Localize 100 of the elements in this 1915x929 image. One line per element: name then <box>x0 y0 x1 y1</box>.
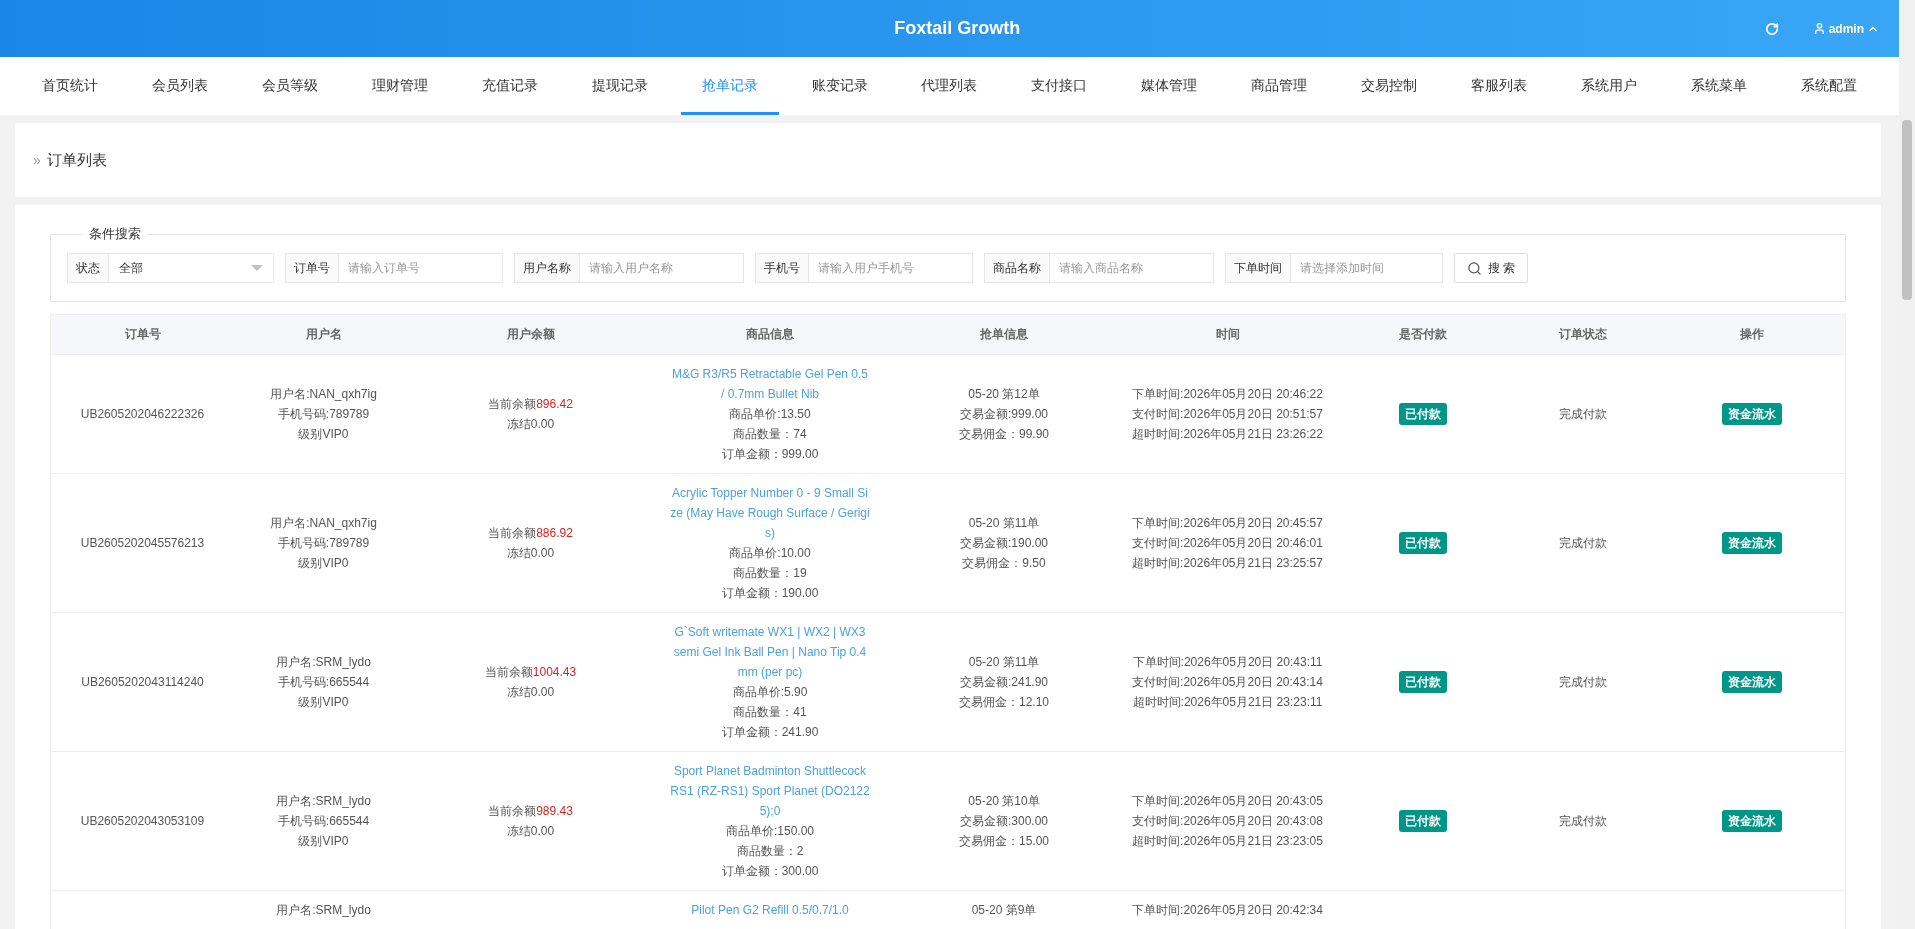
product-info: 商品数量：41 <box>733 704 807 721</box>
search-legend: 条件搜索 <box>83 225 147 243</box>
order-number: UB2605202043053109 <box>80 813 205 830</box>
user-info: 手机号码:665544 <box>277 813 370 830</box>
product-info: 订单金额：300.00 <box>721 863 819 880</box>
fund-flow-button[interactable]: 资金流水 <box>1722 810 1782 832</box>
time-info: 超时时间:2026年05月21日 23:25:57 <box>1132 555 1323 572</box>
grab-info: 交易金额:241.90 <box>959 674 1048 691</box>
search-button[interactable]: 搜 索 <box>1454 253 1529 283</box>
grab-info: 05-20 第12单 <box>968 386 1040 403</box>
time-info: 下单时间:2026年05月20日 20:43:05 <box>1132 793 1323 810</box>
nav-tab[interactable]: 理财管理 <box>350 57 449 115</box>
search-field[interactable]: 商品名称 请输入商品名称 <box>984 253 1214 283</box>
product-info: 商品单价:13.50 <box>729 406 811 423</box>
search-field[interactable]: 手机号 请输入用户手机号 <box>755 253 973 283</box>
product-info: 订单金额：241.90 <box>721 724 819 741</box>
fund-flow-button[interactable]: 资金流水 <box>1722 532 1782 554</box>
order-status: 完成付款 <box>1559 535 1607 552</box>
product-info: 商品数量：74 <box>733 426 807 443</box>
nav-tab[interactable]: 交易控制 <box>1340 57 1439 115</box>
column-header: 用户名 <box>304 326 343 343</box>
time-info: 下单时间:2026年05月20日 20:45:57 <box>1132 515 1323 532</box>
time-info: 下单时间:2026年05月20日 20:43:11 <box>1132 654 1323 671</box>
time-info: 支付时间:2026年05月20日 20:43:08 <box>1132 813 1323 830</box>
product-info: 商品单价:150.00 <box>725 823 814 840</box>
product-info: 商品数量：2 <box>736 843 804 860</box>
column-header: 用户余额 <box>505 326 556 343</box>
balance-text: 当前余额989.43 <box>488 803 573 820</box>
time-info: 支付时间:2026年05月20日 20:46:01 <box>1132 535 1323 552</box>
paid-badge: 已付款 <box>1399 532 1447 554</box>
search-field[interactable]: 下单时间 请选择添加时间 <box>1225 253 1443 283</box>
nav-tab[interactable]: 客服列表 <box>1450 57 1549 115</box>
search-field[interactable]: 订单号 请输入订单号 <box>285 253 503 283</box>
nav-tab[interactable]: 充值记录 <box>460 57 559 115</box>
user-info: 级别VIP0 <box>298 833 349 850</box>
paid-badge: 已付款 <box>1399 810 1447 832</box>
user-info: 级别VIP0 <box>298 426 349 443</box>
time-info: 下单时间:2026年05月20日 20:46:22 <box>1132 386 1323 403</box>
user-info: 级别VIP0 <box>298 694 349 711</box>
user-info: 用户名:NAN_qxh7ig <box>270 515 377 532</box>
product-title: Sport Planet Badminton Shuttlecock RS1 (RZ-RS1) Sport Planet (DO21225);0 <box>669 763 871 820</box>
user-info: 手机号码:665544 <box>277 674 370 691</box>
product-info: 商品单价:5.90 <box>732 684 808 701</box>
order-status: 完成付款 <box>1559 406 1607 423</box>
nav-tab[interactable]: 系统用户 <box>1560 57 1659 115</box>
column-header: 商品信息 <box>745 326 795 343</box>
grab-info: 交易金额:190.00 <box>959 535 1048 552</box>
grab-info: 05-20 第11单 <box>968 654 1040 671</box>
product-title: Acrylic Topper Number 0 - 9 Small Size (May Have Rough Surface / Gerigis) <box>669 485 871 542</box>
column-header: 操作 <box>1739 326 1765 343</box>
user-icon <box>1812 22 1826 35</box>
scrollbar-thumb[interactable] <box>1902 120 1912 300</box>
nav-tab[interactable]: 商品管理 <box>1230 57 1329 115</box>
grab-info: 交易佣金：99.90 <box>959 426 1049 443</box>
grab-info: 05-20 第11单 <box>968 515 1040 532</box>
balance-text: 当前余额896.42 <box>488 396 573 413</box>
paid-badge: 已付款 <box>1399 671 1447 693</box>
user-info: 级别VIP0 <box>298 555 349 572</box>
field-label: 手机号 <box>756 254 809 282</box>
grab-info: 交易佣金：9.50 <box>962 555 1046 572</box>
field-label: 下单时间 <box>1226 254 1291 282</box>
column-header: 订单号 <box>123 326 162 343</box>
column-header: 是否付款 <box>1398 326 1448 343</box>
product-info: 商品数量：19 <box>733 565 807 582</box>
frozen-text: 冻结0.00 <box>506 684 555 701</box>
balance-text: 当前余额1004.43 <box>484 664 577 681</box>
fund-flow-button[interactable]: 资金流水 <box>1722 671 1782 693</box>
nav-tab[interactable]: 账变记录 <box>790 57 889 115</box>
grab-info: 交易金额:999.00 <box>959 406 1048 423</box>
time-info: 支付时间:2026年05月20日 20:51:57 <box>1132 406 1323 423</box>
fund-flow-button[interactable]: 资金流水 <box>1722 403 1782 425</box>
nav-tab[interactable]: 媒体管理 <box>1120 57 1219 115</box>
user-info: 手机号码:789789 <box>277 535 370 552</box>
field-label: 用户名称 <box>515 254 580 282</box>
refresh-icon[interactable] <box>1764 21 1779 36</box>
time-info: 超时时间:2026年05月21日 23:23:05 <box>1132 833 1323 850</box>
search-field[interactable]: 用户名称 请输入用户名称 <box>514 253 744 283</box>
grab-info: 交易佣金：15.00 <box>959 833 1049 850</box>
order-number: UB2605202043114240 <box>81 674 204 691</box>
nav-tab[interactable]: 系统配置 <box>1780 57 1878 115</box>
nav-tab[interactable]: 支付接口 <box>1010 57 1109 115</box>
nav-tab[interactable]: 会员等级 <box>240 57 339 115</box>
grab-info: 交易金额:300.00 <box>959 813 1048 830</box>
nav-tab[interactable]: 首页统计 <box>21 57 119 115</box>
nav-tab[interactable]: 会员列表 <box>130 57 229 115</box>
page-title: 订单列表 <box>46 150 107 170</box>
order-status: 完成付款 <box>1559 813 1607 830</box>
user-info: 用户名:SRM_lydo <box>276 902 371 919</box>
paid-badge: 已付款 <box>1399 403 1447 425</box>
frozen-text: 冻结0.00 <box>506 545 555 562</box>
app-title: Foxtail Growth <box>893 18 1022 39</box>
product-info: 订单金额：999.00 <box>721 446 819 463</box>
frozen-text: 冻结0.00 <box>506 416 555 433</box>
nav-tab[interactable]: 提现记录 <box>570 57 669 115</box>
column-header: 时间 <box>1214 326 1241 343</box>
field-label: 商品名称 <box>985 254 1050 282</box>
nav-tab[interactable]: 系统菜单 <box>1670 57 1768 115</box>
nav-tab[interactable]: 代理列表 <box>900 57 999 115</box>
frozen-text: 冻结0.00 <box>506 823 555 840</box>
field-label: 订单号 <box>286 254 339 282</box>
